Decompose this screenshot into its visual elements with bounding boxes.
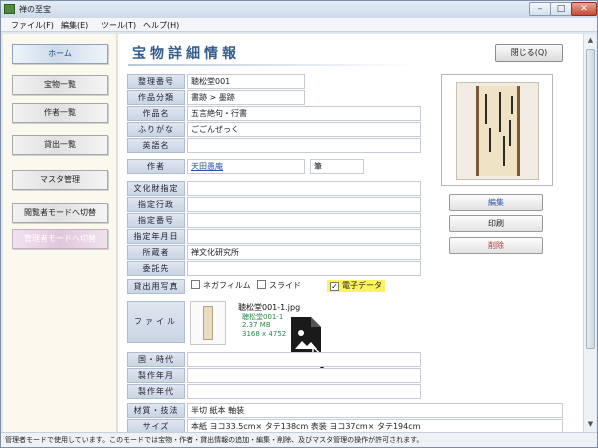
title-underline bbox=[128, 64, 418, 66]
field-label: 国・時代 bbox=[127, 352, 185, 367]
checkbox-label: 電子データ bbox=[342, 281, 382, 290]
checkbox-box-checked[interactable]: ✓ bbox=[330, 282, 339, 291]
sidebar-item-authors[interactable]: 作者一覧 bbox=[12, 103, 108, 123]
vertical-scrollbar[interactable]: ▲ ▼ bbox=[583, 34, 596, 432]
field-label: 指定番号 bbox=[127, 213, 185, 228]
field-label: 貸出用写真 bbox=[127, 279, 185, 294]
scroll-thumb[interactable] bbox=[586, 49, 595, 349]
thumbnail-scroll-image bbox=[203, 306, 213, 340]
edit-button[interactable]: 編集 bbox=[449, 194, 543, 211]
ink-stroke bbox=[511, 96, 513, 114]
size-field[interactable]: 本紙 ヨコ33.5cm× タテ138cm 表装 ヨコ37cm× タテ194cm bbox=[187, 419, 563, 432]
sidebar-item-treasures[interactable]: 宝物一覧 bbox=[12, 75, 108, 95]
file-size: 2.37 MB bbox=[242, 321, 271, 329]
menu-bar: ファイル(F) 編集(E) ツール(T) ヘルプ(H) bbox=[1, 18, 597, 32]
page-title: 宝物詳細情報 bbox=[132, 46, 240, 62]
detail-panel: 宝物詳細情報 閉じる(Q) 整理番号 聴松堂001 作品分類 書跡 > 墨跡 作… bbox=[118, 34, 583, 432]
owner-field[interactable]: 禅文化研究所 bbox=[187, 245, 421, 260]
scroll-up-arrow-icon[interactable]: ▲ bbox=[585, 35, 596, 46]
field-label: 英語名 bbox=[127, 138, 185, 153]
field-label: 指定行政 bbox=[127, 197, 185, 212]
field-label: サイズ bbox=[127, 419, 185, 432]
sidebar-item-master[interactable]: マスタ管理 bbox=[12, 170, 108, 190]
scroll-down-arrow-icon[interactable]: ▼ bbox=[585, 419, 596, 430]
sidebar: ホーム 宝物一覧 作者一覧 貸出一覧 マスタ管理 閲覧者モードへ切替 管理者モー… bbox=[3, 34, 117, 432]
treasure-preview-image[interactable] bbox=[441, 74, 553, 186]
menu-edit[interactable]: 編集(E) bbox=[61, 20, 88, 31]
sidebar-item-loans[interactable]: 貸出一覧 bbox=[12, 135, 108, 155]
sidebar-item-home[interactable]: ホーム bbox=[12, 44, 108, 64]
material-field[interactable]: 半切 紙本 軸装 bbox=[187, 403, 563, 418]
delete-button[interactable]: 削除 bbox=[449, 237, 543, 254]
field-label: 指定年月日 bbox=[127, 229, 185, 244]
field-label: ふりがな bbox=[127, 122, 185, 137]
file-thumbnail[interactable] bbox=[190, 301, 226, 345]
field-label: 整理番号 bbox=[127, 74, 185, 89]
ink-stroke bbox=[499, 92, 501, 132]
field-label: 所蔵者 bbox=[127, 245, 185, 260]
checkbox-label: スライド bbox=[269, 281, 301, 290]
checkbox-digital-data[interactable]: ✓ 電子データ bbox=[327, 280, 385, 292]
sidebar-item-viewer-mode[interactable]: 閲覧者モードへ切替 bbox=[12, 203, 108, 223]
kana-field[interactable]: ごごんぜっく bbox=[187, 122, 421, 137]
category-field[interactable]: 書跡 > 墨跡 bbox=[187, 90, 305, 105]
designating-authority-field[interactable] bbox=[187, 197, 421, 212]
field-label: 材質・技法 bbox=[127, 403, 185, 418]
english-name-field[interactable] bbox=[187, 138, 421, 153]
ink-stroke bbox=[503, 136, 505, 166]
maximize-button[interactable]: □ bbox=[550, 2, 572, 16]
app-icon bbox=[4, 4, 15, 14]
file-label: ファイル bbox=[127, 301, 185, 343]
status-bar: 管理者モードで使用しています。このモードでは宝物・作者・貸出情報の追加・編集・削… bbox=[1, 432, 597, 447]
checkbox-label: ネガフィルム bbox=[203, 281, 251, 290]
designation-date-field[interactable] bbox=[187, 229, 421, 244]
calligraphy-paper bbox=[476, 86, 520, 176]
close-window-button[interactable]: ✕ bbox=[571, 2, 597, 16]
menu-file[interactable]: ファイル(F) bbox=[11, 20, 54, 31]
trustee-field[interactable] bbox=[187, 261, 421, 276]
ink-stroke bbox=[489, 128, 491, 152]
sidebar-item-admin-mode[interactable]: 管理者モードへ切替 bbox=[12, 229, 108, 249]
field-label: 製作年代 bbox=[127, 384, 185, 399]
id-field[interactable]: 聴松堂001 bbox=[187, 74, 305, 89]
field-label: 委託先 bbox=[127, 261, 185, 276]
author-suffix-field[interactable]: 筆 bbox=[310, 159, 364, 174]
file-dimensions: 3168 x 4752 bbox=[242, 330, 287, 338]
field-label: 作品名 bbox=[127, 106, 185, 121]
checkbox-negative-film[interactable]: ネガフィルム bbox=[191, 280, 251, 292]
name-field[interactable]: 五言絶句・行書 bbox=[187, 106, 421, 121]
field-label: 作者 bbox=[127, 159, 185, 174]
title-bar: 禅の至宝 – □ ✕ bbox=[1, 1, 597, 18]
menu-tools[interactable]: ツール(T) bbox=[101, 20, 136, 31]
checkbox-slide[interactable]: スライド bbox=[257, 280, 301, 292]
checkbox-box[interactable] bbox=[191, 280, 200, 289]
production-period-field[interactable] bbox=[187, 384, 421, 399]
author-field[interactable]: 天田愚庵 bbox=[187, 159, 305, 174]
author-link[interactable]: 天田愚庵 bbox=[191, 162, 223, 171]
ink-stroke bbox=[509, 120, 511, 146]
field-label: 製作年月 bbox=[127, 368, 185, 383]
production-month-field[interactable] bbox=[187, 368, 421, 383]
cultural-property-field[interactable] bbox=[187, 181, 421, 196]
field-label: 文化財指定 bbox=[127, 181, 185, 196]
field-label: 作品分類 bbox=[127, 90, 185, 105]
menu-help[interactable]: ヘルプ(H) bbox=[143, 20, 179, 31]
era-field[interactable] bbox=[187, 352, 421, 367]
minimize-button[interactable]: – bbox=[529, 2, 551, 16]
print-button[interactable]: 印刷 bbox=[449, 215, 543, 232]
designation-number-field[interactable] bbox=[187, 213, 421, 228]
close-button[interactable]: 閉じる(Q) bbox=[495, 44, 563, 62]
scroll-painting-image bbox=[456, 82, 539, 180]
ink-stroke bbox=[485, 94, 487, 124]
window-title: 禅の至宝 bbox=[19, 5, 51, 14]
app-window: 禅の至宝 – □ ✕ ファイル(F) 編集(E) ツール(T) ヘルプ(H) ホ… bbox=[0, 0, 598, 448]
checkbox-box[interactable] bbox=[257, 280, 266, 289]
